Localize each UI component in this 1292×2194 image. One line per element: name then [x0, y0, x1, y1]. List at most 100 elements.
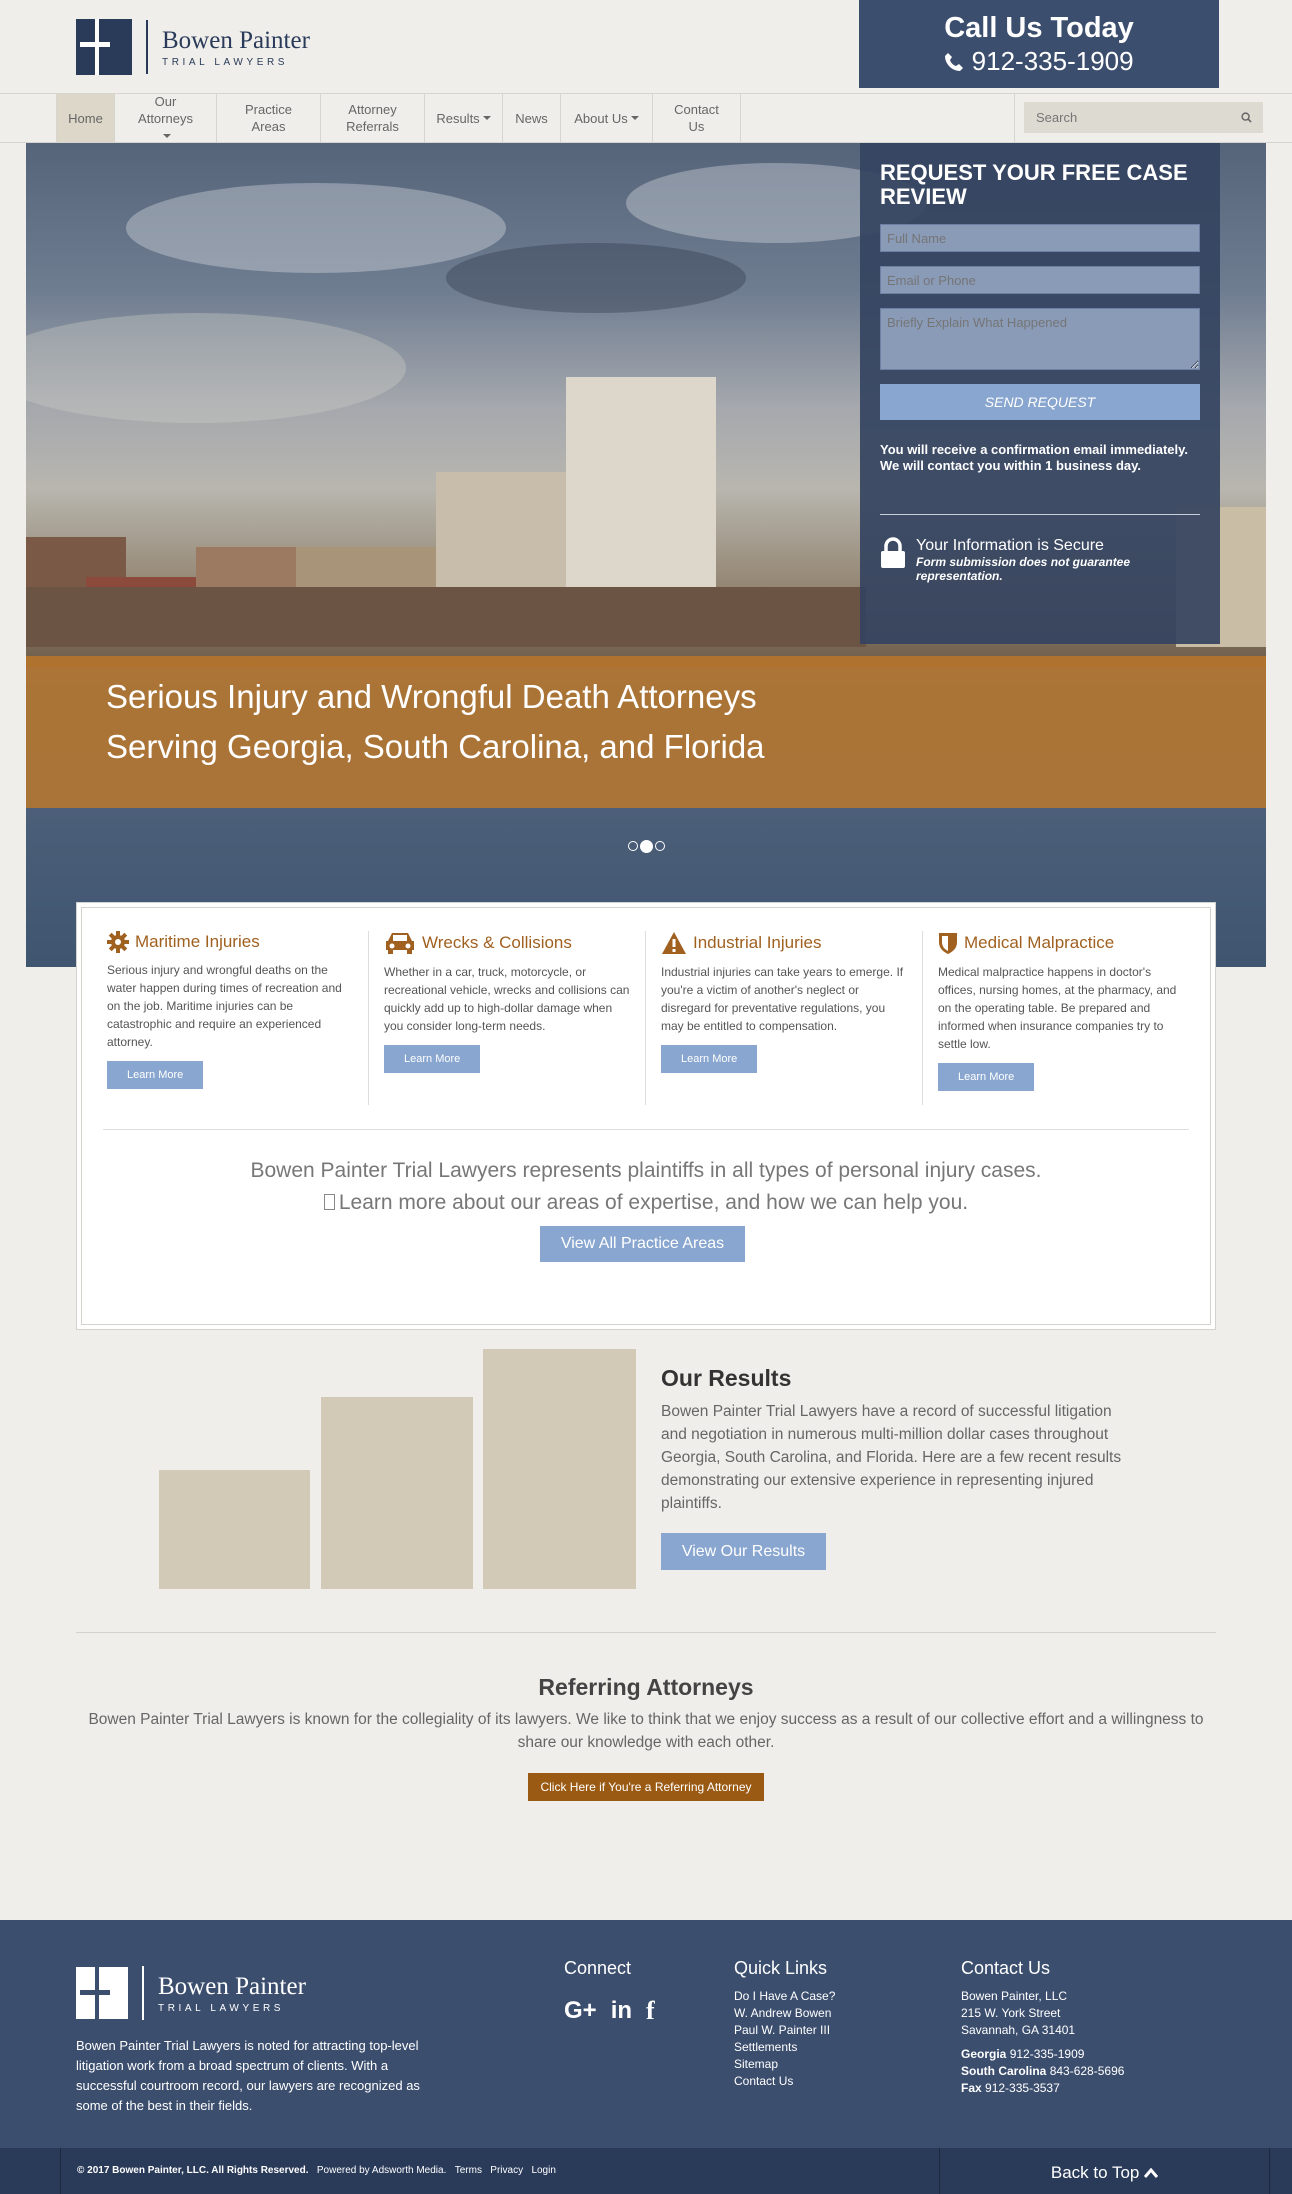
phone-line[interactable]: Georgia 912-335-1909	[961, 2046, 1124, 2063]
quick-link[interactable]: Contact Us	[734, 2073, 835, 2090]
linkedin-icon[interactable]: in	[611, 1997, 632, 2025]
results-text: Bowen Painter Trial Lawyers have a recor…	[661, 1403, 1122, 1512]
main-nav: Home Our Attorneys Practice Areas Attorn…	[0, 93, 1292, 143]
car-icon	[386, 933, 414, 954]
secure-note: Form submission does not guarantee repre…	[916, 555, 1131, 583]
address-line: Savannah, GA 31401	[961, 2023, 1076, 2037]
form-title: REQUEST YOUR FREE CASE REVIEW	[880, 160, 1188, 209]
privacy-link[interactable]: Privacy	[490, 2165, 523, 2176]
nav-our-attorneys[interactable]: Our Attorneys	[115, 94, 217, 142]
phone-line[interactable]: South Carolina 843-628-5696	[961, 2063, 1124, 2080]
warning-icon	[662, 932, 686, 954]
address-line: Bowen Painter, LLC	[961, 1989, 1068, 2003]
hero-banner: Serious Injury and Wrongful Death Attorn…	[26, 656, 1266, 808]
lock-icon	[881, 537, 905, 568]
caret-down-icon	[630, 116, 639, 120]
email-phone-field[interactable]	[880, 266, 1200, 294]
referring-text: Bowen Painter Trial Lawyers is known for…	[88, 1711, 1204, 1751]
learn-more-button[interactable]: Learn More	[661, 1045, 758, 1073]
referring-attorney-button[interactable]: Click Here if You're a Referring Attorne…	[528, 1773, 764, 1801]
caret-down-icon	[163, 134, 171, 139]
copyright: © 2017 Bowen Painter, LLC. All Rights Re…	[77, 2165, 309, 2176]
logo-mark-icon	[76, 1967, 128, 2023]
learn-more-button[interactable]: Learn More	[938, 1063, 1035, 1091]
full-name-field[interactable]	[880, 224, 1200, 252]
facebook-icon[interactable]: f	[646, 1996, 655, 2026]
missing-glyph-icon	[323, 1194, 335, 1210]
connect-title: Connect	[564, 1958, 632, 1978]
slider-dot[interactable]	[628, 841, 638, 851]
learn-more-button[interactable]: Learn More	[384, 1045, 481, 1073]
section-divider	[103, 1129, 1189, 1130]
secure-title: Your Information is Secure	[916, 537, 1104, 554]
brand-name: Bowen Painter	[162, 26, 310, 54]
powered-by-link[interactable]: Powered by Adsworth Media.	[317, 2165, 447, 2176]
slider-dots	[628, 840, 665, 853]
slider-dot[interactable]	[655, 841, 665, 851]
gear-icon	[107, 931, 129, 953]
search-button[interactable]	[1229, 102, 1263, 133]
nav-attorney-referrals[interactable]: Attorney Referrals	[321, 94, 425, 142]
nav-about-us[interactable]: About Us	[561, 94, 653, 142]
form-divider	[880, 514, 1200, 515]
chevron-up-icon	[1143, 2167, 1159, 2178]
learn-more-button[interactable]: Learn More	[107, 1061, 204, 1089]
practice-invite: Learn more about our areas of expertise,…	[77, 1191, 1215, 1215]
service-title[interactable]: Wrecks & Collisions	[384, 931, 634, 955]
confirmation-text: You will receive a confirmation email im…	[880, 442, 1189, 473]
phone-line[interactable]: Fax 912-335-3537	[961, 2080, 1124, 2097]
call-phone[interactable]: 912-335-1909	[859, 46, 1219, 76]
practice-summary: Bowen Painter Trial Lawyers represents p…	[250, 1159, 1042, 1182]
results-bar-graphic	[483, 1349, 636, 1589]
message-field[interactable]	[880, 308, 1200, 370]
service-card-maritime: Maritime Injuries Serious injury and wro…	[107, 931, 357, 1089]
quick-links-list: Do I Have A Case? W. Andrew Bowen Paul W…	[734, 1988, 835, 2090]
results-title: Our Results	[661, 1365, 792, 1391]
terms-link[interactable]: Terms	[455, 2165, 482, 2176]
practice-areas-panel: Maritime Injuries Serious injury and wro…	[76, 902, 1216, 1330]
service-title[interactable]: Maritime Injuries	[107, 931, 357, 953]
nav-home[interactable]: Home	[57, 94, 115, 142]
service-card-wrecks: Wrecks & Collisions Whether in a car, tr…	[384, 931, 634, 1073]
quick-link[interactable]: Do I Have A Case?	[734, 1988, 835, 2005]
nav-news[interactable]: News	[503, 94, 561, 142]
service-title[interactable]: Industrial Injuries	[661, 931, 911, 955]
brand-tagline: TRIAL LAWYERS	[162, 56, 289, 68]
footer-logo[interactable]: Bowen Painter TRIAL LAWYERS	[76, 1966, 306, 2023]
section-divider	[76, 1632, 1216, 1633]
send-request-button[interactable]: SEND REQUEST	[880, 384, 1200, 420]
nav-results[interactable]: Results	[425, 94, 503, 142]
quick-links-title: Quick Links	[734, 1958, 828, 1978]
site-footer: Bowen Painter TRIAL LAWYERS Bowen Painte…	[0, 1920, 1292, 2148]
google-plus-icon[interactable]: G+	[564, 1997, 597, 2025]
view-all-practice-areas-button[interactable]: View All Practice Areas	[540, 1226, 745, 1262]
slider-dot-active[interactable]	[640, 840, 653, 853]
call-box: Call Us Today 912-335-1909	[859, 0, 1219, 88]
results-bar-graphic	[321, 1397, 473, 1589]
service-desc: Industrial injuries can take years to em…	[661, 965, 904, 1033]
service-card-industrial: Industrial Injuries Industrial injuries …	[661, 931, 911, 1073]
call-title: Call Us Today	[944, 12, 1134, 44]
nav-practice-areas[interactable]: Practice Areas	[217, 94, 321, 142]
brand-tagline: TRIAL LAWYERS	[158, 2002, 285, 2014]
service-title[interactable]: Medical Malpractice	[938, 931, 1188, 955]
contact-title: Contact Us	[961, 1958, 1051, 1978]
quick-link[interactable]: W. Andrew Bowen	[734, 2005, 835, 2022]
view-results-button[interactable]: View Our Results	[661, 1533, 826, 1570]
results-bar-graphic	[159, 1470, 310, 1589]
login-link[interactable]: Login	[531, 2165, 555, 2176]
contact-phones: Georgia 912-335-1909 South Carolina 843-…	[961, 2046, 1124, 2097]
quick-link[interactable]: Settlements	[734, 2039, 835, 2056]
search-input[interactable]	[1024, 102, 1229, 133]
service-desc: Whether in a car, truck, motorcycle, or …	[384, 965, 630, 1033]
bottom-bar: © 2017 Bowen Painter, LLC. All Rights Re…	[0, 2148, 1292, 2194]
back-to-top-button[interactable]: Back to Top	[940, 2148, 1270, 2194]
quick-link[interactable]: Sitemap	[734, 2056, 835, 2073]
logo-mark-icon	[76, 19, 132, 75]
service-desc: Medical malpractice happens in doctor's …	[938, 965, 1177, 1051]
quick-link[interactable]: Paul W. Painter III	[734, 2022, 835, 2039]
column-divider	[922, 931, 923, 1105]
nav-contact-us[interactable]: Contact Us	[653, 94, 741, 142]
site-logo[interactable]: Bowen Painter TRIAL LAWYERS	[76, 19, 336, 75]
phone-icon	[945, 53, 964, 71]
